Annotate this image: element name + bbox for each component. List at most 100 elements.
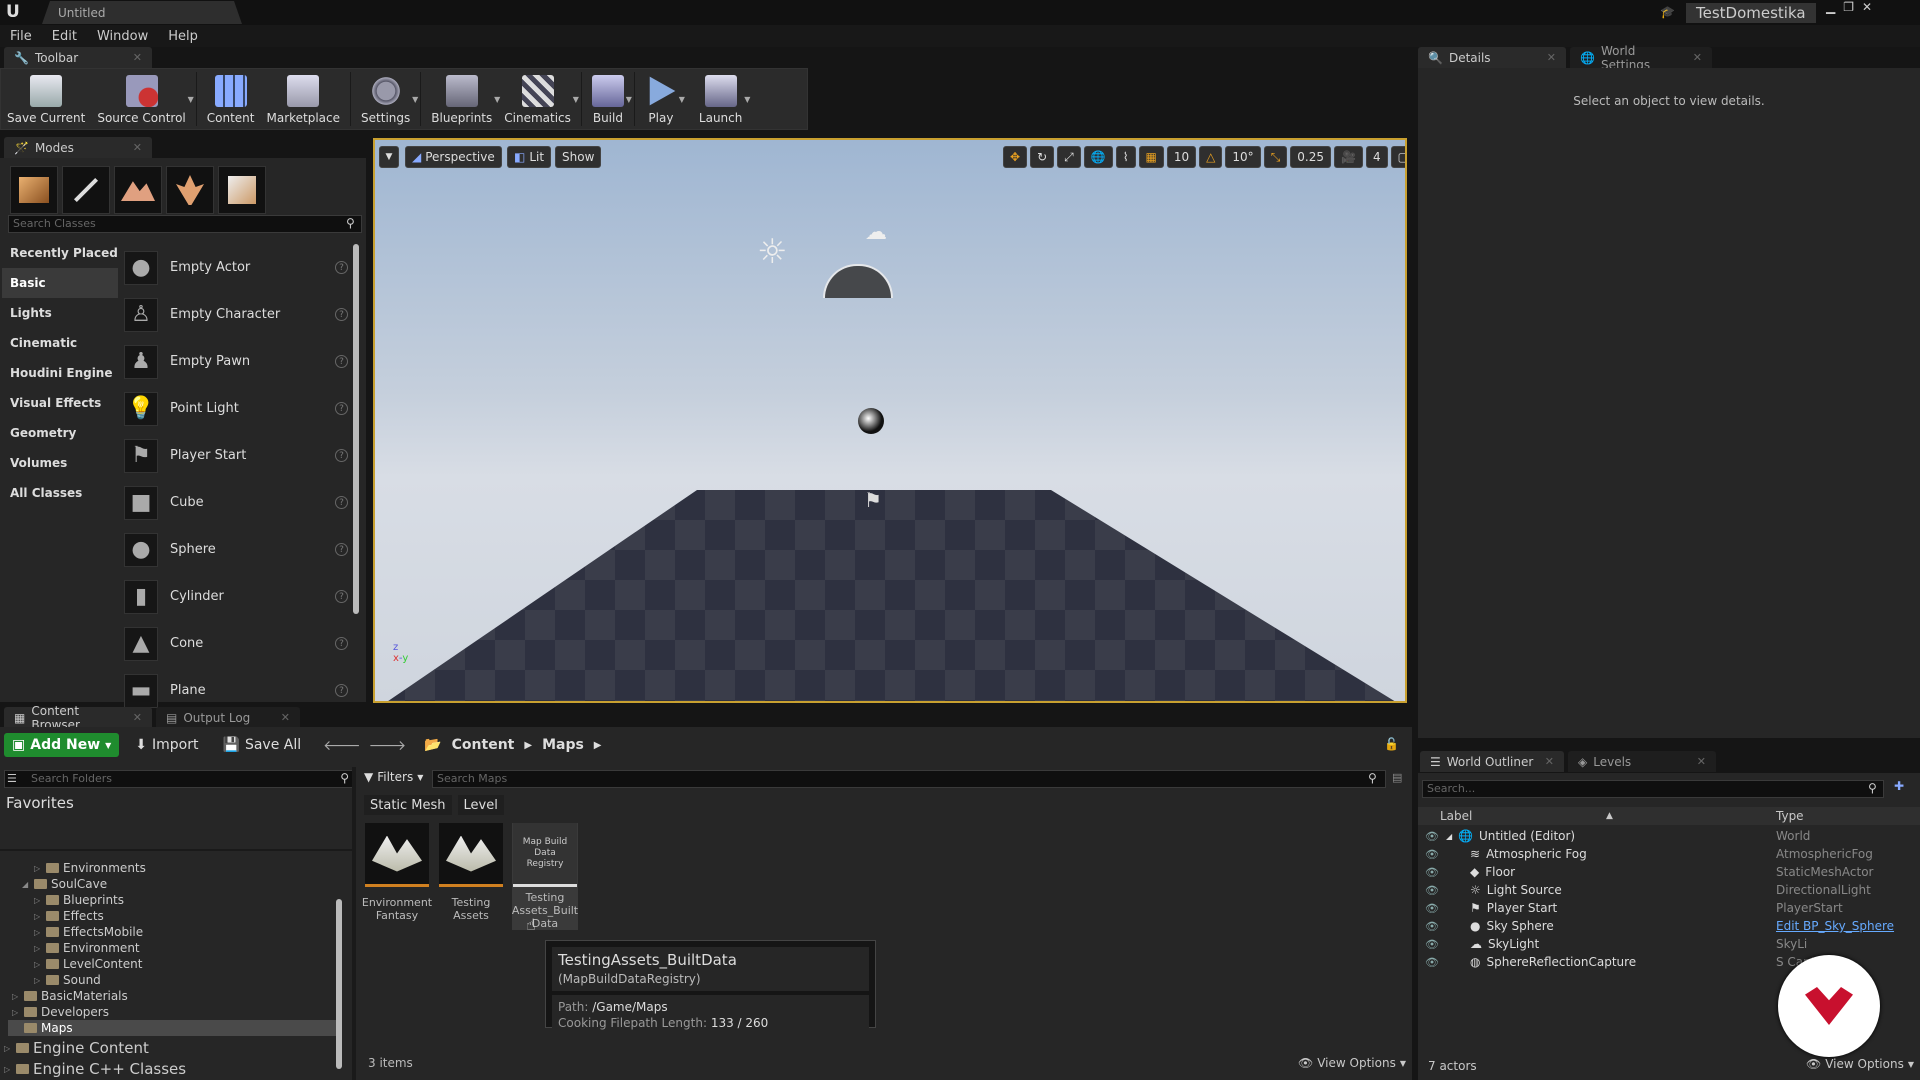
column-type[interactable]: Type [1776, 809, 1804, 823]
folder-levelcontent[interactable]: ▷ LevelContent [8, 956, 338, 972]
sun-icon[interactable]: ☼ [757, 232, 787, 272]
maximize-viewport-icon[interactable]: ▢ [1390, 146, 1405, 168]
chevron-down-icon[interactable]: ◢ [22, 880, 34, 889]
folder-environments[interactable]: ▷ Environments [8, 860, 338, 876]
breadcrumb-maps[interactable]: Maps [542, 737, 584, 753]
viewport-options-button[interactable]: ▼ [379, 146, 399, 168]
chevron-right-icon[interactable]: ▷ [34, 928, 46, 937]
build-button[interactable]: Build ▼ [586, 69, 632, 129]
play-button[interactable]: Play ▼ [639, 69, 685, 129]
save-current-button[interactable]: Save Current [1, 69, 91, 129]
folder-maps[interactable]: Maps [8, 1020, 338, 1036]
splitter[interactable] [352, 767, 356, 1080]
category-visual-effects[interactable]: Visual Effects [2, 388, 118, 418]
chevron-right-icon[interactable]: ▷ [34, 960, 46, 969]
source-control-button[interactable]: Source Control ▼ [91, 69, 194, 129]
search-folders-input[interactable]: Search Folders [31, 772, 112, 785]
filter-chip-level[interactable]: Level [457, 795, 504, 815]
rotation-snap-icon[interactable]: △ [1199, 146, 1223, 168]
content-button[interactable]: Content [201, 69, 261, 129]
folder-effectsmobile[interactable]: ▷ EffectsMobile [8, 924, 338, 940]
dropdown-arrow-icon[interactable]: ▼ [573, 95, 579, 104]
eye-icon[interactable]: 👁 [1418, 848, 1446, 861]
outliner-row[interactable]: 👁 ≋ Atmospheric Fog AtmosphericFog [1418, 845, 1920, 863]
chevron-right-icon[interactable]: ▷ [34, 912, 46, 921]
column-label[interactable]: Label [1440, 809, 1472, 823]
paint-mode-icon[interactable] [62, 166, 110, 214]
chevron-right-icon[interactable]: ▷ [4, 1044, 16, 1053]
perspective-button[interactable]: ◢ Perspective [405, 146, 502, 168]
folder-soulcave[interactable]: ◢ SoulCave [8, 876, 338, 892]
help-icon[interactable]: ? [335, 496, 348, 509]
import-button[interactable]: ⬇ Import [127, 733, 206, 757]
grid-snap-icon[interactable]: ▦ [1138, 146, 1164, 168]
category-basic[interactable]: Basic [2, 268, 118, 298]
lit-button[interactable]: ◧ Lit [507, 146, 552, 168]
class-item-cylinder[interactable]: ▮ Cylinder? [124, 573, 348, 620]
reflection-capture-icon[interactable] [858, 408, 884, 434]
eye-icon[interactable]: 👁 [1418, 938, 1446, 951]
dropdown-arrow-icon[interactable]: ▼ [412, 95, 418, 104]
chevron-right-icon[interactable]: ▶ [524, 740, 532, 751]
class-item-empty-pawn[interactable]: ♟ Empty Pawn? [124, 338, 348, 385]
blueprints-button[interactable]: Blueprints ▼ [425, 69, 500, 129]
help-icon[interactable]: ? [335, 543, 348, 556]
eye-icon[interactable]: 👁 [1418, 956, 1446, 969]
help-icon[interactable]: ? [335, 637, 348, 650]
close-icon[interactable]: ✕ [1547, 51, 1556, 64]
class-list-scrollbar[interactable] [353, 244, 359, 614]
folder-engine-content[interactable]: ▷ Engine Content [4, 1039, 149, 1057]
search-maps-input[interactable]: Search Maps [432, 770, 1386, 788]
dropdown-arrow-icon[interactable]: ▼ [626, 95, 632, 104]
asset-tile[interactable]: Map Build Data Registry Testing Assets_B… [512, 823, 578, 930]
player-start-icon[interactable]: ⚑ [864, 488, 882, 512]
dropdown-arrow-icon[interactable]: ▼ [679, 95, 685, 104]
edit-blueprint-link[interactable]: Edit BP_Sky_Sphere [1776, 919, 1894, 933]
folder-sound[interactable]: ▷ Sound [8, 972, 338, 988]
category-all-classes[interactable]: All Classes [2, 478, 118, 508]
help-icon[interactable]: ? [335, 355, 348, 368]
category-geometry[interactable]: Geometry [2, 418, 118, 448]
folder-environment[interactable]: ▷ Environment [8, 940, 338, 956]
landscape-mode-icon[interactable] [114, 166, 162, 214]
class-item-player-start[interactable]: ⚑ Player Start? [124, 432, 348, 479]
folder-effects[interactable]: ▷ Effects [8, 908, 338, 924]
camera-speed-value[interactable]: 4 [1365, 146, 1388, 168]
chevron-right-icon[interactable]: ▷ [34, 976, 46, 985]
chevron-right-icon[interactable]: ▷ [34, 944, 46, 953]
settings-button[interactable]: Settings ▼ [355, 69, 418, 129]
help-icon[interactable]: ? [335, 402, 348, 415]
menu-help[interactable]: Help [168, 29, 198, 44]
help-icon[interactable]: ? [335, 449, 348, 462]
close-icon[interactable]: ✕ [1697, 755, 1706, 768]
dropdown-arrow-icon[interactable]: ▼ [744, 95, 750, 104]
grid-snap-value[interactable]: 10 [1166, 146, 1197, 168]
translate-icon[interactable]: ✥ [1003, 146, 1028, 168]
add-new-button[interactable]: ▣ Add New ▼ [4, 733, 120, 757]
minimize-icon[interactable]: ▁ [1826, 0, 1835, 14]
class-item-empty-character[interactable]: ♙ Empty Character? [124, 291, 348, 338]
tab-levels[interactable]: ◈ Levels ✕ [1568, 751, 1716, 772]
help-icon[interactable]: ? [335, 684, 348, 697]
cinematics-button[interactable]: Cinematics ▼ [498, 69, 579, 129]
show-button[interactable]: Show [555, 146, 602, 168]
document-tab[interactable]: Untitled [42, 1, 242, 24]
search-classes-input[interactable]: Search Classes [8, 215, 362, 233]
close-icon[interactable]: ✕ [281, 711, 290, 724]
place-mode-icon[interactable] [10, 166, 58, 214]
class-item-empty-actor[interactable]: ● Empty Actor? [124, 244, 348, 291]
category-volumes[interactable]: Volumes [2, 448, 118, 478]
category-recently-placed[interactable]: Recently Placed [2, 238, 118, 268]
tab-toolbar[interactable]: 🔧 Toolbar ✕ [4, 47, 152, 68]
tab-content-browser[interactable]: ▦ Content Browser ✕ [4, 704, 152, 732]
chevron-right-icon[interactable]: ▷ [34, 896, 46, 905]
save-all-button[interactable]: 💾 Save All [215, 733, 310, 757]
save-search-icon[interactable]: ▤ [1392, 771, 1402, 784]
outliner-row[interactable]: 👁 ● Sky Sphere Edit BP_Sky_Sphere [1418, 917, 1920, 935]
scale-snap-value[interactable]: 0.25 [1290, 146, 1332, 168]
folder-engine-cpp-classes[interactable]: ▷ Engine C++ Classes [4, 1060, 186, 1078]
camera-speed-icon[interactable]: 🎥 [1334, 146, 1363, 168]
category-lights[interactable]: Lights [2, 298, 118, 328]
cloud-icon[interactable]: ☁ [865, 220, 887, 245]
chevron-right-icon[interactable]: ▷ [34, 864, 46, 873]
